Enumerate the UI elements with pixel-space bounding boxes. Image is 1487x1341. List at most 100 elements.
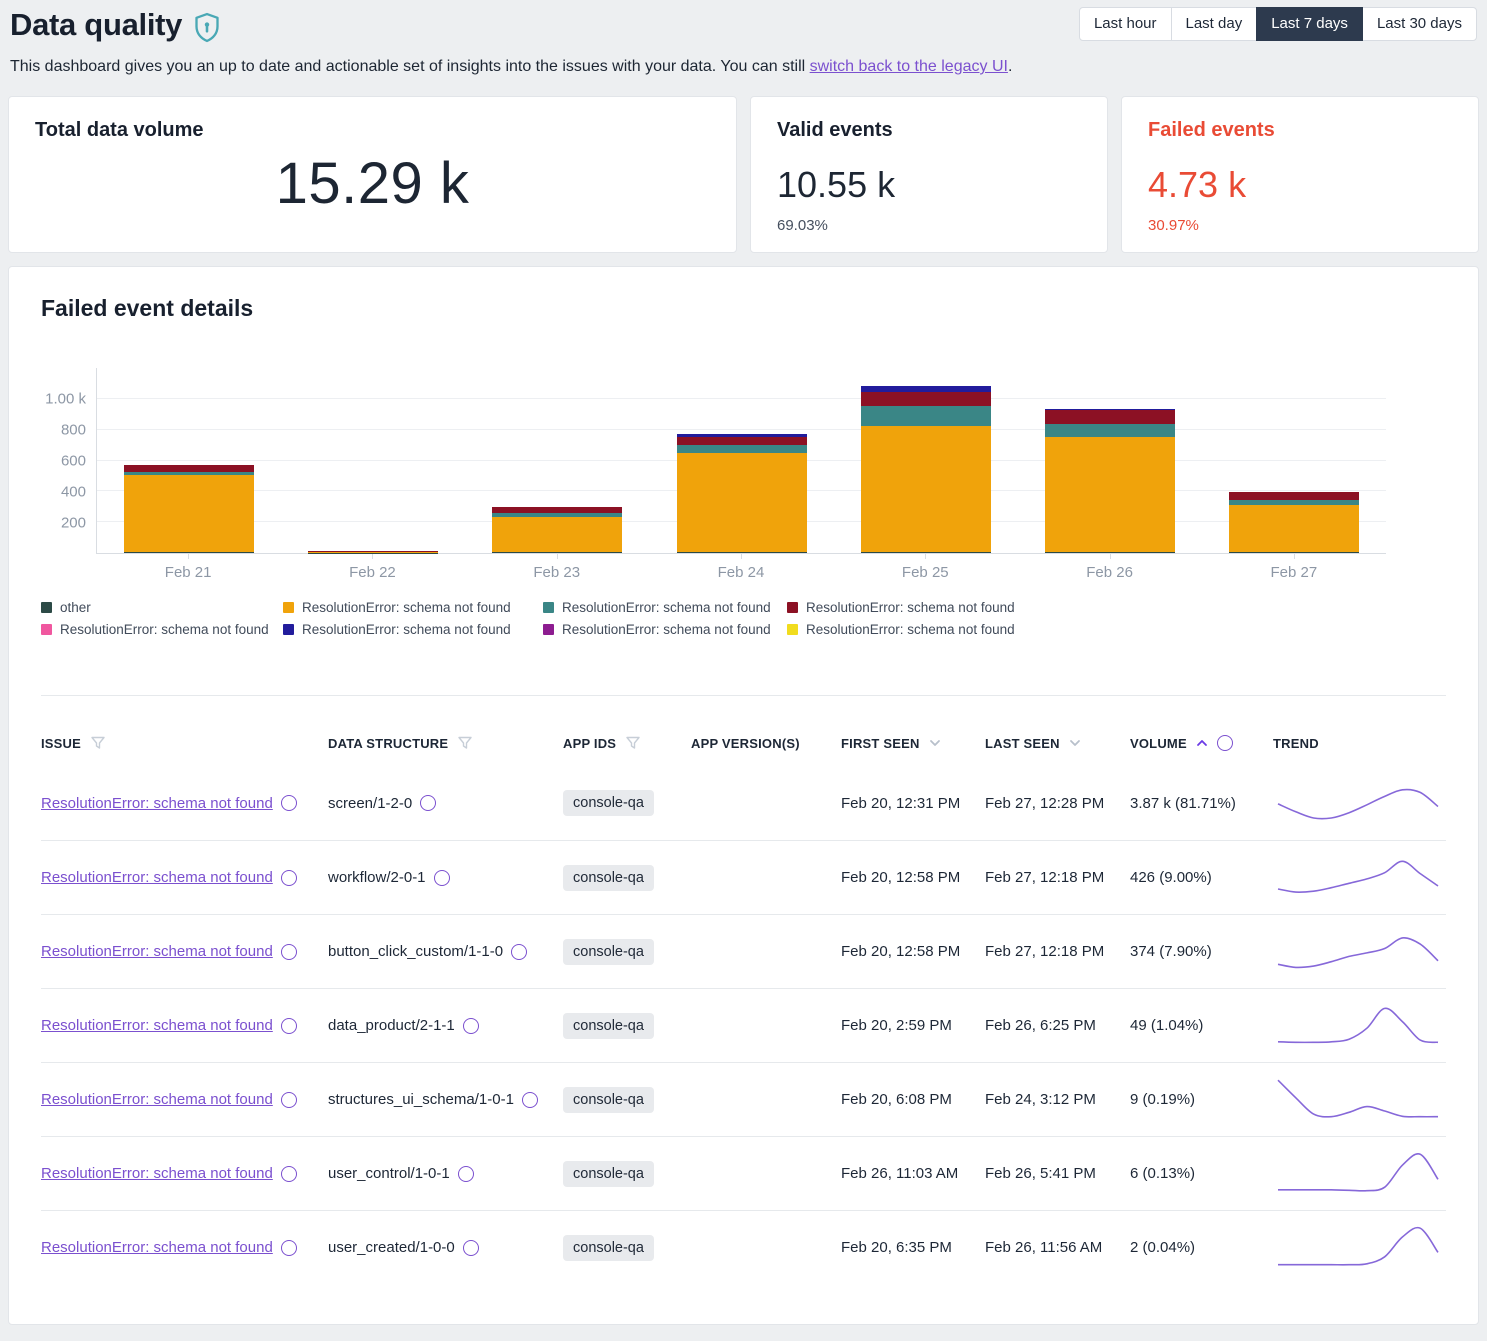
failed-events-value: 4.73 k (1148, 164, 1452, 206)
bar-segment (1229, 492, 1359, 499)
data-structure-help-icon[interactable] (434, 870, 450, 886)
x-tick-label: Feb 21 (165, 564, 212, 581)
bar-segment (861, 552, 991, 553)
legend-item[interactable]: ResolutionError: schema not found (787, 600, 1446, 615)
app-ids-cell: console-qa (563, 865, 691, 891)
legend-label: ResolutionError: schema not found (806, 600, 1015, 615)
volume-cell: 9 (0.19%) (1130, 1091, 1273, 1108)
chart-y-axis: 2004006008001.00 k (41, 368, 96, 554)
first-seen-cell: Feb 20, 12:58 PM (841, 943, 985, 960)
issue-link[interactable]: ResolutionError: schema not found (41, 1091, 273, 1108)
bar-segment (1045, 424, 1175, 437)
table-row: ResolutionError: schema not foundstructu… (41, 1062, 1446, 1136)
legend-swatch-icon (787, 602, 798, 613)
time-range-last-day[interactable]: Last day (1171, 7, 1258, 41)
bar-segment (861, 426, 991, 552)
trend-sparkline (1273, 925, 1443, 979)
legend-item[interactable]: ResolutionError: schema not found (41, 622, 283, 637)
data-structure-cell: data_product/2-1-1 (328, 1017, 563, 1034)
legend-item[interactable]: ResolutionError: schema not found (543, 600, 787, 615)
column-header-data-structure: DATA STRUCTURE (328, 735, 563, 751)
issue-help-icon[interactable] (281, 870, 297, 886)
legend-label: ResolutionError: schema not found (562, 600, 771, 615)
column-header-label: ISSUE (41, 736, 81, 751)
volume-cell: 6 (0.13%) (1130, 1165, 1273, 1182)
table-header-row: ISSUEDATA STRUCTUREAPP IDSAPP VERSION(S)… (41, 720, 1446, 766)
sort-chevron-up-icon[interactable] (1196, 739, 1208, 747)
issue-link[interactable]: ResolutionError: schema not found (41, 1017, 273, 1034)
filter-icon (90, 735, 106, 751)
legend-item[interactable]: other (41, 600, 283, 615)
column-header-issue: ISSUE (41, 735, 328, 751)
issue-link[interactable]: ResolutionError: schema not found (41, 795, 273, 812)
filter-icon[interactable] (90, 735, 106, 751)
issue-cell: ResolutionError: schema not found (41, 1091, 328, 1108)
stacked-bar-feb-21 (124, 368, 254, 553)
app-ids-cell: console-qa (563, 1235, 691, 1261)
filter-icon[interactable] (625, 735, 641, 751)
app-id-badge: console-qa (563, 1161, 654, 1187)
last-seen-value: Feb 26, 6:25 PM (985, 1017, 1096, 1034)
issue-help-icon[interactable] (281, 1166, 297, 1182)
bar-segment (677, 453, 807, 552)
bar-segment (1045, 552, 1175, 553)
issue-help-icon[interactable] (281, 1240, 297, 1256)
trend-cell (1273, 999, 1455, 1053)
last-seen-value: Feb 27, 12:18 PM (985, 869, 1104, 886)
x-tick-label: Feb 22 (349, 564, 396, 581)
legend-item[interactable]: ResolutionError: schema not found (787, 622, 1446, 637)
sort-chevron-down-icon[interactable] (929, 739, 941, 747)
issue-help-icon[interactable] (281, 795, 297, 811)
time-range-last-hour[interactable]: Last hour (1079, 7, 1172, 41)
total-volume-value: 15.29 k (35, 150, 710, 217)
column-header-label: DATA STRUCTURE (328, 736, 448, 751)
app-ids-cell: console-qa (563, 939, 691, 965)
legend-label: ResolutionError: schema not found (562, 622, 771, 637)
time-range-last-30-days[interactable]: Last 30 days (1362, 7, 1477, 41)
volume-help-icon[interactable] (1217, 735, 1233, 751)
time-range-last-7-days[interactable]: Last 7 days (1256, 7, 1363, 41)
issue-link[interactable]: ResolutionError: schema not found (41, 869, 273, 886)
stat-cards: Total data volume 15.29 k Valid events 1… (8, 96, 1479, 253)
app-ids-cell: console-qa (563, 1161, 691, 1187)
data-structure-help-icon[interactable] (522, 1092, 538, 1108)
last-seen-cell: Feb 27, 12:18 PM (985, 943, 1130, 960)
column-header-last-seen[interactable]: LAST SEEN (985, 736, 1130, 751)
total-volume-title: Total data volume (35, 119, 710, 142)
data-structure-help-icon[interactable] (511, 944, 527, 960)
legacy-ui-link[interactable]: switch back to the legacy UI (810, 58, 1008, 75)
volume-value: 374 (7.90%) (1130, 943, 1212, 960)
data-structure-help-icon[interactable] (458, 1166, 474, 1182)
legend-item[interactable]: ResolutionError: schema not found (283, 600, 543, 615)
data-structure-help-icon[interactable] (420, 795, 436, 811)
x-tick (557, 554, 558, 559)
legend-item[interactable]: ResolutionError: schema not found (543, 622, 787, 637)
app-id-badge: console-qa (563, 1235, 654, 1261)
column-header-first-seen[interactable]: FIRST SEEN (841, 736, 985, 751)
data-structure-help-icon[interactable] (463, 1018, 479, 1034)
column-header-volume[interactable]: VOLUME (1130, 735, 1273, 751)
issue-link[interactable]: ResolutionError: schema not found (41, 1165, 273, 1182)
issue-help-icon[interactable] (281, 944, 297, 960)
data-structure-cell: user_control/1-0-1 (328, 1165, 563, 1182)
legend-label: ResolutionError: schema not found (302, 600, 511, 615)
issue-link[interactable]: ResolutionError: schema not found (41, 943, 273, 960)
bar-segment (861, 406, 991, 426)
stacked-bar-feb-27 (1229, 368, 1359, 553)
failed-events-stacked-bar-chart: 2004006008001.00 k Feb 21Feb 22Feb 23Feb… (41, 368, 1446, 584)
legend-item[interactable]: ResolutionError: schema not found (283, 622, 543, 637)
sort-chevron-down-icon[interactable] (1069, 739, 1081, 747)
data-structure-cell: screen/1-2-0 (328, 795, 563, 812)
valid-events-card: Valid events 10.55 k 69.03% (750, 96, 1108, 253)
app-id-badge: console-qa (563, 939, 654, 965)
issue-help-icon[interactable] (281, 1018, 297, 1034)
shield-check-icon (193, 12, 221, 43)
data-structure-help-icon[interactable] (463, 1240, 479, 1256)
filter-icon[interactable] (457, 735, 473, 751)
issue-help-icon[interactable] (281, 1092, 297, 1108)
panel-title: Failed event details (41, 295, 1446, 322)
issue-link[interactable]: ResolutionError: schema not found (41, 1239, 273, 1256)
legend-label: other (60, 600, 91, 615)
volume-value: 6 (0.13%) (1130, 1165, 1195, 1182)
trend-sparkline (1273, 1147, 1443, 1201)
